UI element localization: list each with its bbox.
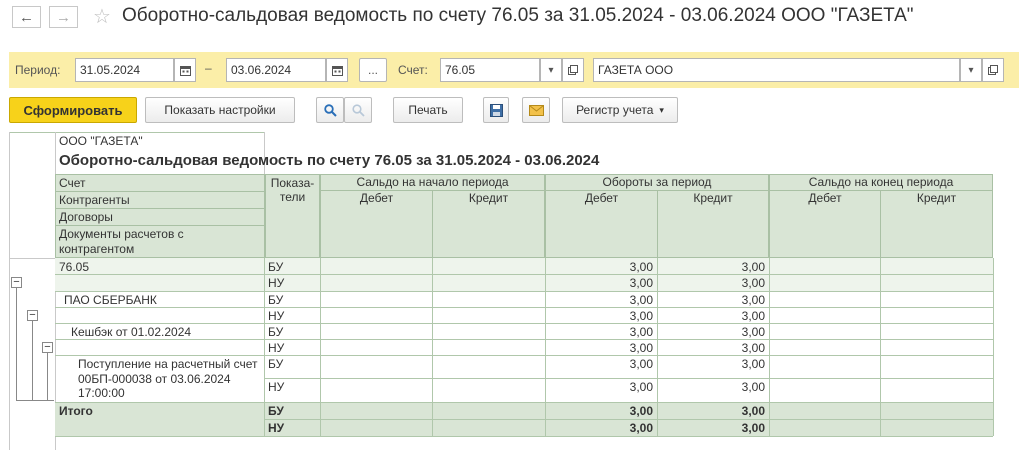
date-from-field[interactable]: 31.05.2024 (75, 58, 174, 82)
window-title: Оборотно-сальдовая ведомость по счету 76… (122, 5, 914, 26)
send-email-button[interactable] (522, 97, 550, 123)
row-contract-name: Кешбэк от 01.02.2024 (71, 325, 192, 339)
turnover-debit-value: 3,00 (629, 380, 653, 394)
turnover-debit-value: 3,00 (629, 341, 653, 355)
row-account-name: 76.05 (59, 260, 90, 274)
favorite-star-icon[interactable]: ☆ (93, 4, 111, 29)
turnover-credit-value: 3,00 (741, 357, 765, 371)
search-icon (323, 103, 337, 117)
turnover-credit-value: 3,00 (741, 341, 765, 355)
clear-search-button[interactable] (344, 97, 372, 123)
indicator-nu: НУ (268, 421, 285, 435)
show-settings-button[interactable]: Показать настройки (145, 97, 295, 123)
account-field[interactable]: 76.05 (440, 58, 540, 82)
account-open-button[interactable] (562, 58, 584, 82)
turnover-debit-value: 3,00 (629, 260, 653, 274)
search-button[interactable] (316, 97, 344, 123)
total-turnover-credit: 3,00 (741, 421, 765, 435)
header-counterparties: Контрагенты (55, 191, 265, 209)
row-document-name: Поступление на расчетный счет 00БП-00003… (78, 357, 258, 400)
turnover-credit-value: 3,00 (741, 380, 765, 394)
save-icon (489, 103, 503, 117)
turnover-debit-value: 3,00 (629, 309, 653, 323)
search-clear-icon (351, 103, 365, 117)
calendar-from-button[interactable] (174, 58, 196, 82)
indicator-bu: БУ (268, 293, 284, 307)
header-closing-debit: Дебет (769, 190, 881, 258)
header-indicators: Показа-тели (265, 174, 320, 258)
envelope-icon (528, 104, 544, 116)
turnover-debit-value: 3,00 (629, 325, 653, 339)
row-total-label: Итого (59, 404, 93, 418)
header-turnover-credit: Кредит (657, 190, 769, 258)
header-opening-balance: Сальдо на начало периода (320, 174, 545, 191)
indicator-bu: БУ (268, 357, 284, 371)
calendar-icon (179, 65, 191, 76)
chevron-down-icon: ▾ (659, 104, 664, 115)
indicator-nu: НУ (268, 309, 285, 323)
chevron-down-icon: ▾ (968, 64, 974, 76)
indicator-bu: БУ (268, 404, 284, 418)
header-opening-credit: Кредит (432, 190, 545, 258)
account-label: Счет: (398, 63, 428, 77)
header-closing-credit: Кредит (880, 190, 993, 258)
turnover-credit-value: 3,00 (741, 293, 765, 307)
turnover-credit-value: 3,00 (741, 325, 765, 339)
header-turnover: Обороты за период (545, 174, 769, 191)
report-title: Оборотно-сальдовая ведомость по счету 76… (59, 152, 600, 169)
header-turnover-debit: Дебет (545, 190, 658, 258)
report-organization: ООО "ГАЗЕТА" (59, 134, 143, 148)
print-button[interactable]: Печать (393, 97, 463, 123)
open-link-icon (568, 65, 578, 75)
generate-button[interactable]: Сформировать (9, 97, 137, 123)
forward-button[interactable]: → (49, 6, 78, 28)
chevron-down-icon: ▾ (548, 64, 554, 76)
header-closing-balance: Сальдо на конец периода (769, 174, 993, 191)
arrow-left-icon: ← (19, 8, 34, 26)
calendar-to-button[interactable] (326, 58, 348, 82)
header-account: Счет (55, 174, 265, 192)
turnover-credit-value: 3,00 (741, 260, 765, 274)
period-dash: – (205, 61, 212, 75)
turnover-credit-value: 3,00 (741, 276, 765, 290)
period-select-button[interactable]: ... (359, 58, 387, 82)
date-to-field[interactable]: 03.06.2024 (226, 58, 326, 82)
indicator-bu: БУ (268, 260, 284, 274)
turnover-debit-value: 3,00 (629, 276, 653, 290)
collapse-contract-button[interactable]: − (42, 342, 53, 353)
total-turnover-debit: 3,00 (629, 404, 653, 418)
organization-open-button[interactable] (982, 58, 1004, 82)
header-contracts: Договоры (55, 208, 265, 226)
open-link-icon (988, 65, 998, 75)
organization-field[interactable]: ГАЗЕТА ООО (593, 58, 960, 82)
collapse-account-button[interactable]: − (11, 277, 22, 288)
register-dropdown-button[interactable]: Регистр учета ▾ (562, 97, 678, 123)
turnover-credit-value: 3,00 (741, 309, 765, 323)
collapse-counterparty-button[interactable]: − (27, 310, 38, 321)
arrow-right-icon: → (56, 8, 71, 26)
organization-dropdown-button[interactable]: ▾ (960, 58, 982, 82)
header-documents: Документы расчетов с контрагентом (55, 225, 265, 258)
indicator-nu: НУ (268, 380, 285, 394)
total-turnover-debit: 3,00 (629, 421, 653, 435)
calendar-icon (331, 65, 343, 76)
turnover-debit-value: 3,00 (629, 293, 653, 307)
indicator-nu: НУ (268, 341, 285, 355)
total-turnover-credit: 3,00 (741, 404, 765, 418)
account-dropdown-button[interactable]: ▾ (540, 58, 562, 82)
indicator-nu: НУ (268, 276, 285, 290)
row-counterparty-name: ПАО СБЕРБАНК (64, 293, 157, 307)
indicator-bu: БУ (268, 325, 284, 339)
header-opening-debit: Дебет (320, 190, 433, 258)
register-label: Регистр учета (576, 103, 654, 117)
back-button[interactable]: ← (12, 6, 41, 28)
save-button[interactable] (483, 97, 509, 123)
turnover-debit-value: 3,00 (629, 357, 653, 371)
period-label: Период: (15, 63, 61, 77)
